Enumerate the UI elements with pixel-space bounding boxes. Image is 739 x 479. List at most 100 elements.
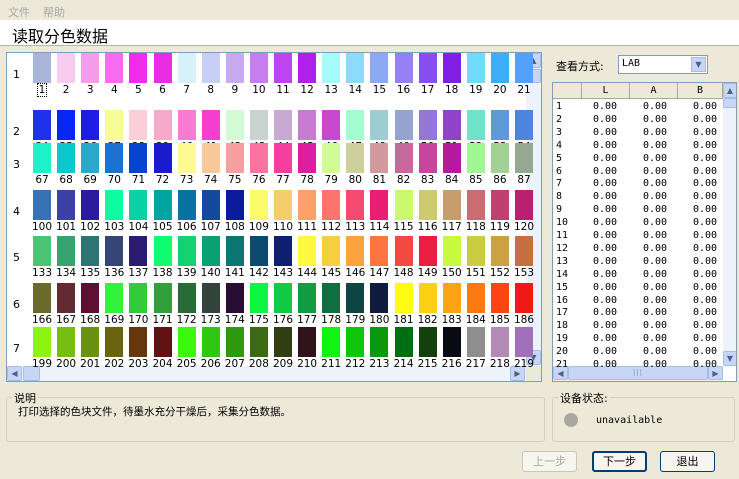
table-row[interactable]: 10 0.00 0.00 0.00 — [553, 217, 723, 230]
prev-button[interactable]: 上一步 — [522, 451, 577, 472]
table-row[interactable]: 21 0.00 0.00 0.00 — [553, 359, 723, 372]
color-patch[interactable] — [105, 236, 124, 266]
color-patch[interactable] — [249, 190, 268, 220]
lab-data-table[interactable]: L A B ▲ ▼ ◀ ||| ▶ 1 0.00 0.00 0.00 2 0.00 0.00… — [552, 82, 737, 382]
color-patch[interactable] — [33, 283, 51, 313]
color-patch[interactable] — [129, 327, 148, 357]
color-patch[interactable] — [370, 190, 389, 220]
color-patch[interactable] — [201, 327, 220, 357]
table-row[interactable]: 11 0.00 0.00 0.00 — [553, 230, 723, 243]
color-patch[interactable] — [346, 110, 365, 140]
color-patch[interactable] — [515, 236, 533, 266]
color-patch[interactable] — [249, 236, 268, 266]
table-row[interactable]: 7 0.00 0.00 0.00 — [553, 178, 723, 191]
color-patch[interactable] — [394, 110, 413, 140]
table-vscroll-thumb[interactable] — [723, 98, 736, 108]
color-patch[interactable] — [249, 143, 268, 173]
table-row[interactable]: 16 0.00 0.00 0.00 — [553, 295, 723, 308]
color-patch[interactable] — [298, 53, 317, 83]
color-patch[interactable] — [394, 236, 413, 266]
color-patch[interactable] — [515, 110, 533, 140]
color-patch[interactable] — [249, 110, 268, 140]
color-patch[interactable] — [153, 190, 172, 220]
color-patch[interactable] — [442, 327, 461, 357]
table-row[interactable]: 2 0.00 0.00 0.00 — [553, 114, 723, 127]
color-patch[interactable] — [418, 190, 437, 220]
color-patch[interactable] — [129, 190, 148, 220]
color-patch[interactable] — [515, 327, 533, 357]
color-patch[interactable] — [490, 110, 509, 140]
table-row[interactable]: 18 0.00 0.00 0.00 — [553, 320, 723, 333]
color-patch[interactable] — [490, 283, 509, 313]
color-patch[interactable] — [515, 53, 533, 83]
color-patch[interactable] — [225, 110, 244, 140]
color-patch[interactable] — [57, 143, 76, 173]
color-patch[interactable] — [515, 143, 533, 173]
color-patch[interactable] — [370, 283, 389, 313]
table-row[interactable]: 4 0.00 0.00 0.00 — [553, 140, 723, 153]
table-row[interactable]: 1 0.00 0.00 0.00 — [553, 101, 723, 114]
table-row[interactable]: 9 0.00 0.00 0.00 — [553, 204, 723, 217]
color-patch[interactable] — [418, 283, 437, 313]
color-patch[interactable] — [370, 143, 389, 173]
table-row[interactable]: 19 0.00 0.00 0.00 — [553, 333, 723, 346]
color-patch[interactable] — [370, 53, 389, 83]
color-patch[interactable] — [201, 283, 220, 313]
color-patch[interactable] — [105, 143, 124, 173]
color-patch[interactable] — [346, 190, 365, 220]
color-patch[interactable] — [177, 143, 196, 173]
color-patch[interactable] — [249, 283, 268, 313]
color-patch[interactable] — [322, 53, 341, 83]
color-patch[interactable] — [490, 53, 509, 83]
color-patch[interactable] — [153, 110, 172, 140]
color-patch[interactable] — [201, 236, 220, 266]
table-row[interactable]: 13 0.00 0.00 0.00 — [553, 256, 723, 269]
scroll-left-icon[interactable]: ◀ — [7, 366, 22, 381]
color-patch[interactable] — [466, 283, 485, 313]
color-patch[interactable] — [153, 327, 172, 357]
color-patch[interactable] — [322, 236, 341, 266]
color-patch[interactable] — [274, 283, 292, 313]
menu-help[interactable]: 帮助 — [43, 4, 65, 20]
color-patch[interactable] — [81, 53, 100, 83]
table-row[interactable]: 3 0.00 0.00 0.00 — [553, 127, 723, 140]
table-row[interactable]: 20 0.00 0.00 0.00 — [553, 346, 723, 359]
column-header-l[interactable]: L — [582, 83, 630, 99]
column-header-a[interactable]: A — [630, 83, 678, 99]
color-patch[interactable] — [57, 283, 76, 313]
color-patch[interactable] — [346, 327, 365, 357]
color-patch[interactable] — [105, 53, 124, 83]
color-patch[interactable] — [249, 327, 268, 357]
color-patch[interactable] — [129, 283, 148, 313]
color-patch[interactable] — [129, 110, 148, 140]
color-patch[interactable] — [274, 53, 292, 83]
color-patch[interactable] — [298, 110, 317, 140]
color-patch[interactable] — [274, 327, 292, 357]
color-patch[interactable] — [490, 190, 509, 220]
color-patch[interactable] — [515, 190, 533, 220]
table-row[interactable]: 6 0.00 0.00 0.00 — [553, 166, 723, 179]
color-patch-grid[interactable]: ▲ ▼ ◀ ▶ 1 1 2 3 4 5 6 7 8 9 10 11 12 13 14 15 16 17 18 19 20… — [6, 52, 542, 382]
color-patch[interactable] — [370, 236, 389, 266]
color-patch[interactable] — [442, 143, 461, 173]
color-patch[interactable] — [153, 143, 172, 173]
color-patch[interactable] — [201, 53, 220, 83]
color-patch[interactable] — [466, 327, 485, 357]
color-patch[interactable] — [394, 327, 413, 357]
color-patch[interactable] — [105, 190, 124, 220]
color-patch[interactable] — [57, 236, 76, 266]
color-patch[interactable] — [57, 190, 76, 220]
table-vertical-scrollbar[interactable]: ▲ ▼ — [723, 83, 736, 366]
color-patch[interactable] — [515, 283, 533, 313]
color-patch[interactable] — [225, 283, 244, 313]
color-patch[interactable] — [57, 110, 76, 140]
color-patch[interactable] — [490, 327, 509, 357]
color-patch[interactable] — [466, 236, 485, 266]
color-patch[interactable] — [105, 110, 124, 140]
exit-button[interactable]: 退出 — [660, 451, 715, 472]
color-patch[interactable] — [466, 53, 485, 83]
column-header-b[interactable]: B — [678, 83, 723, 99]
color-patch[interactable] — [466, 143, 485, 173]
table-row[interactable]: 8 0.00 0.00 0.00 — [553, 191, 723, 204]
color-patch[interactable] — [442, 283, 461, 313]
